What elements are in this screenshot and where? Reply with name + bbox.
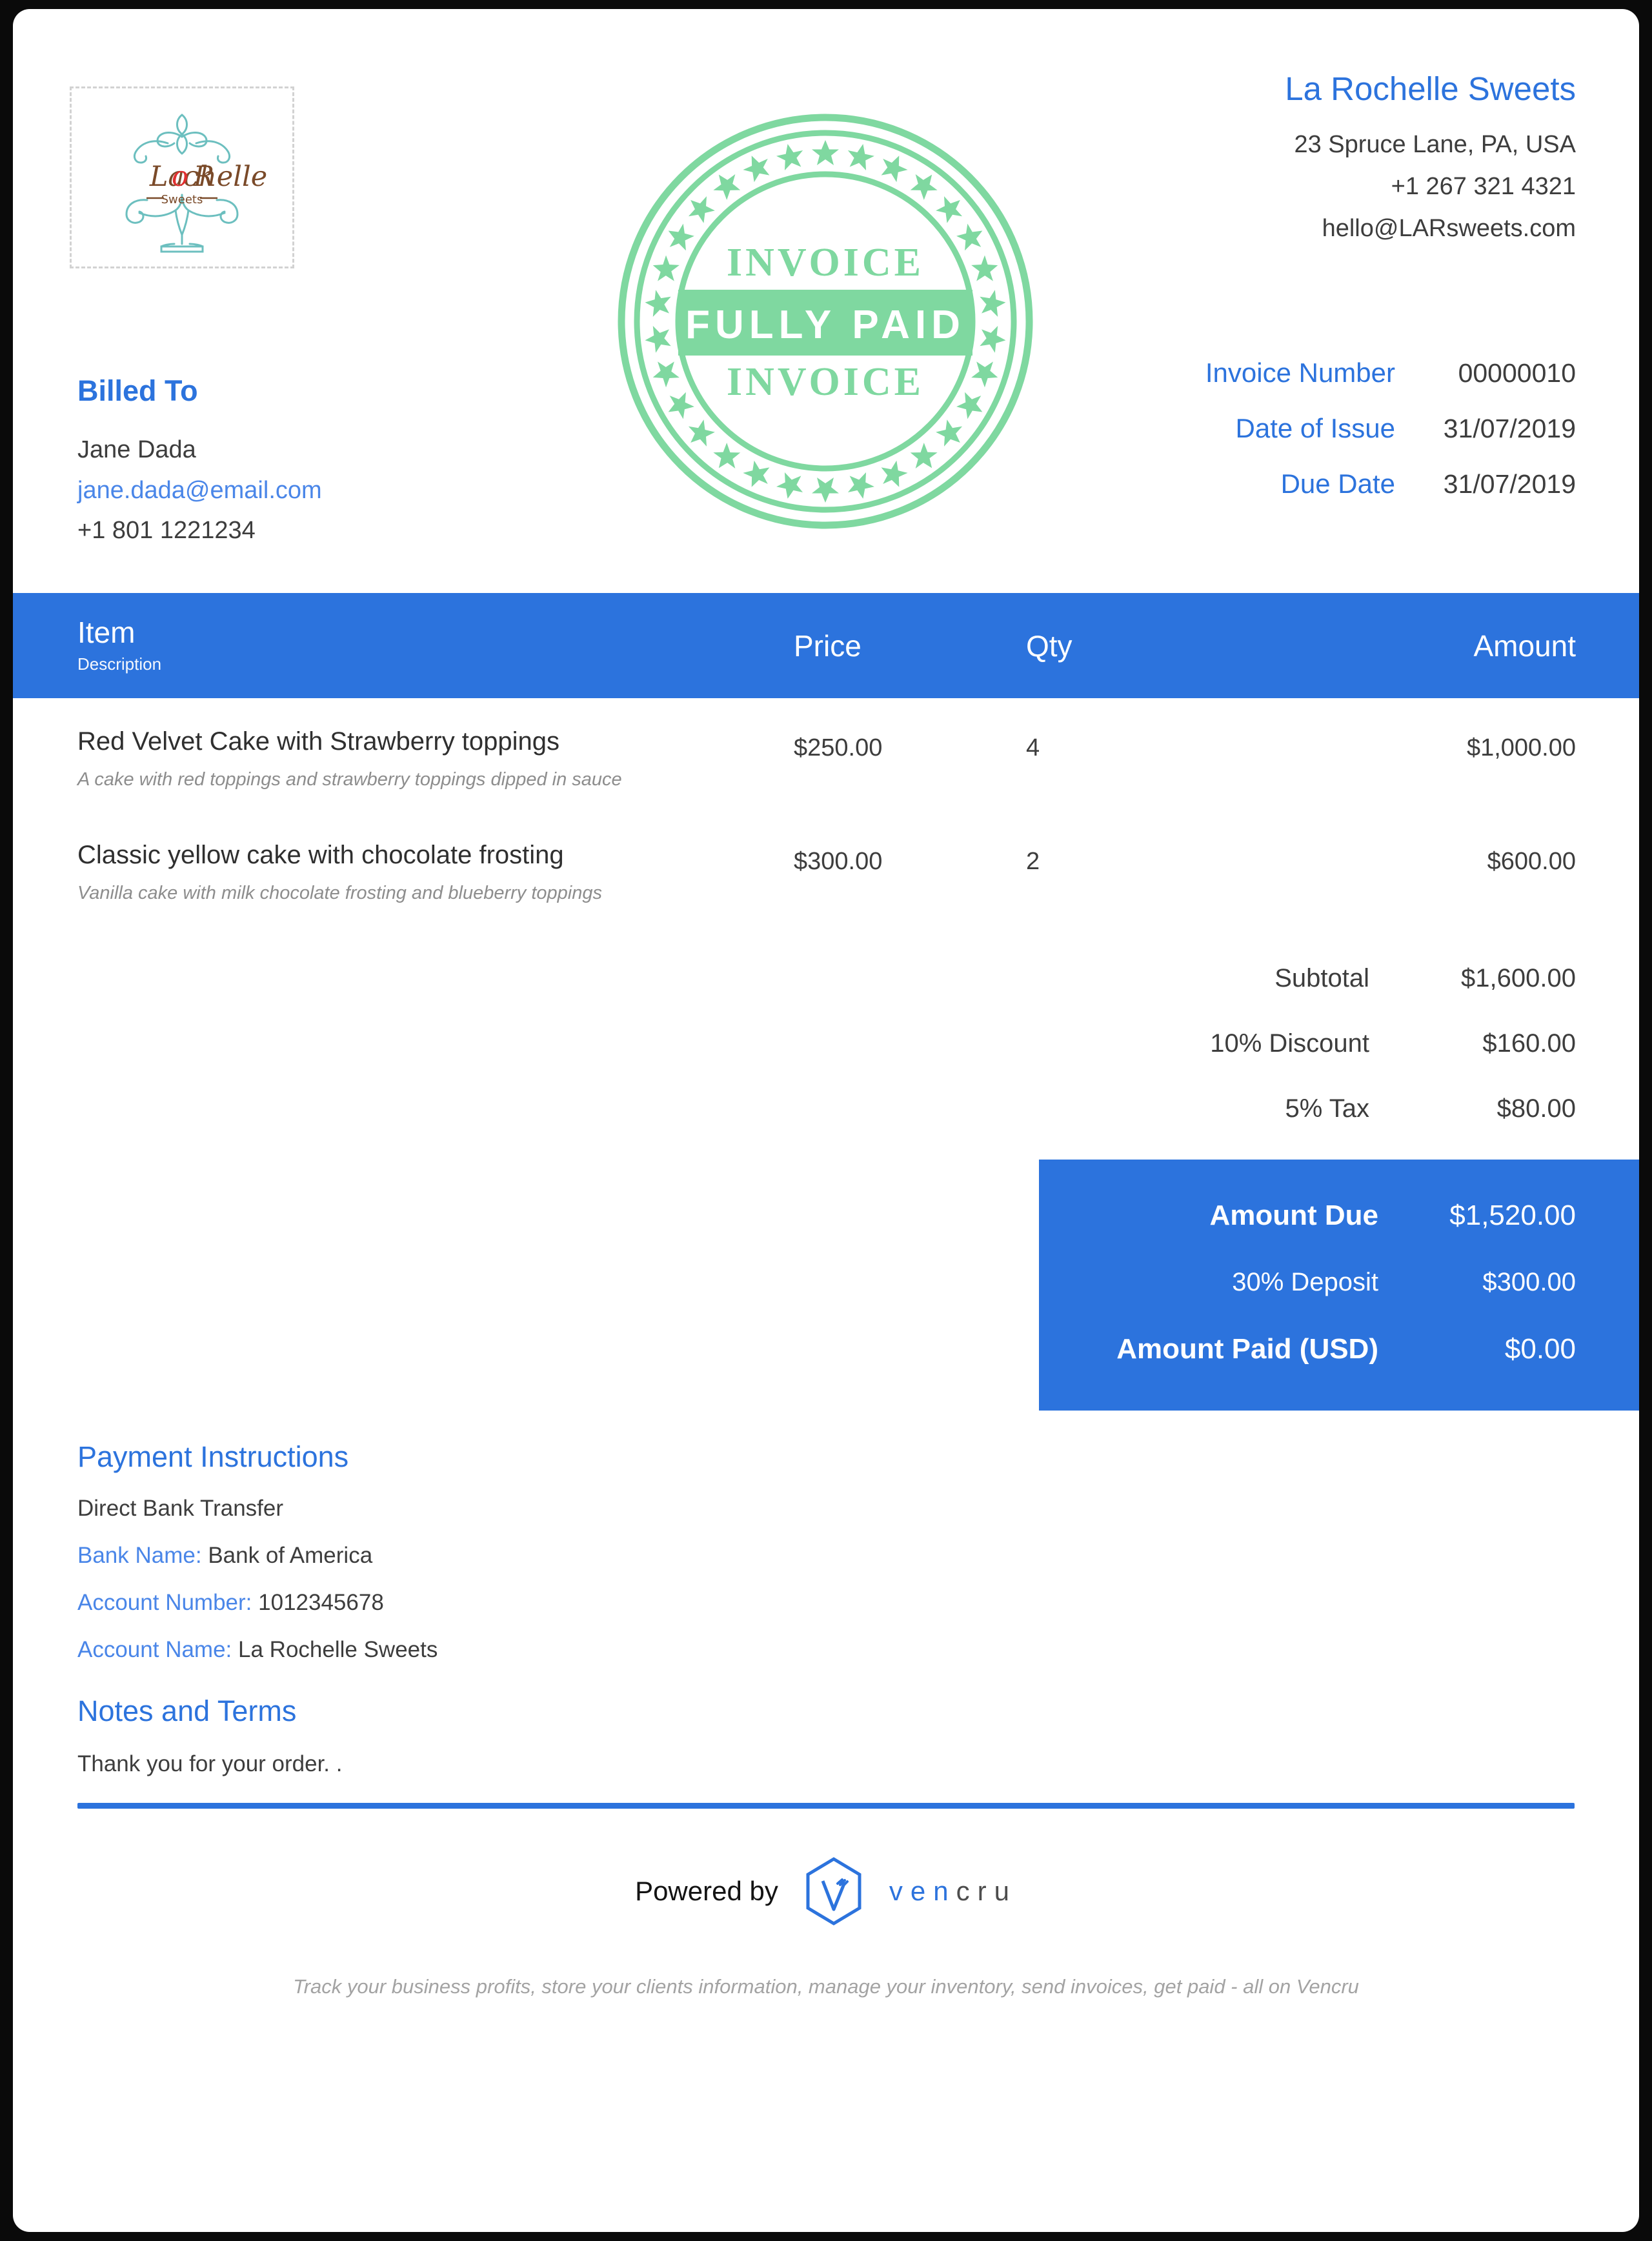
- table-row: Red Velvet Cake with Strawberry toppings…: [77, 698, 1576, 812]
- account-name-key: Account Name:: [77, 1637, 232, 1662]
- tax-label: 5% Tax: [1285, 1094, 1369, 1123]
- amount-paid-value: $0.00: [1504, 1333, 1576, 1365]
- client-phone: +1 801 1221234: [77, 517, 256, 545]
- totals-row-discount: 10% Discount $160.00: [13, 1029, 1576, 1058]
- line-item-price: $300.00: [794, 848, 883, 875]
- line-item-name: Red Velvet Cake with Strawberry toppings: [77, 727, 560, 756]
- account-name-value: La Rochelle Sweets: [238, 1637, 438, 1662]
- column-header-qty: Qty: [1026, 628, 1073, 663]
- amount-paid-row: Amount Paid (USD) $0.00: [1039, 1333, 1576, 1365]
- line-item-description: Vanilla cake with milk chocolate frostin…: [77, 883, 602, 903]
- subtotal-label: Subtotal: [1274, 964, 1369, 992]
- bank-name-key: Bank Name:: [77, 1543, 202, 1568]
- line-item-price: $250.00: [794, 734, 883, 761]
- column-header-amount: Amount: [1473, 628, 1576, 663]
- line-item-name: Classic yellow cake with chocolate frost…: [77, 841, 564, 869]
- vencru-wordmark: vencru: [889, 1876, 1017, 1907]
- line-item-amount: $600.00: [1487, 848, 1576, 875]
- notes-and-terms-section: Notes and Terms Thank you for your order…: [77, 1694, 1575, 1777]
- subtotal-value: $1,600.00: [1461, 964, 1576, 992]
- tax-value: $80.00: [1496, 1094, 1576, 1123]
- column-header-description-label: Description: [77, 654, 162, 674]
- column-header-item: Item Description: [77, 617, 794, 674]
- invoice-number-label: Invoice Number: [1205, 357, 1395, 388]
- company-phone: +1 267 321 4321: [1391, 173, 1576, 201]
- deposit-row: 30% Deposit $300.00: [1039, 1268, 1576, 1297]
- column-header-item-label: Item: [77, 615, 136, 649]
- svg-text:o: o: [172, 161, 188, 193]
- line-item-text: Classic yellow cake with chocolate frost…: [77, 840, 794, 904]
- svg-text:Sweets: Sweets: [161, 193, 203, 206]
- notes-and-terms-text: Thank you for your order. .: [77, 1751, 343, 1776]
- footer-tagline: Track your business profits, store your …: [293, 1975, 1359, 1998]
- due-date-value: 31/07/2019: [1443, 469, 1576, 499]
- payment-instructions-title: Payment Instructions: [77, 1440, 349, 1473]
- invoice-meta: Invoice Number 00000010 Date of Issue 31…: [1085, 357, 1576, 499]
- payment-instructions-section: Payment Instructions Direct Bank Transfe…: [77, 1440, 1575, 1661]
- vencru-logo-icon: [806, 1857, 861, 1925]
- payment-account-name: Account Name: La Rochelle Sweets: [77, 1638, 1575, 1661]
- page-background: La R x chelle o Sweets: [0, 0, 1652, 2241]
- powered-by-label: Powered by: [635, 1876, 778, 1906]
- meta-row-due-date: Due Date 31/07/2019: [1085, 468, 1576, 499]
- line-item-description: A cake with red toppings and strawberry …: [77, 769, 622, 790]
- line-items-table-header: Item Description Price Qty Amount: [13, 593, 1639, 698]
- company-address: 23 Spruce Lane, PA, USA: [1294, 130, 1576, 158]
- line-item-amount: $1,000.00: [1466, 734, 1576, 761]
- payment-method: Direct Bank Transfer: [77, 1496, 283, 1521]
- stamp-main-text: FULLY PAID: [685, 303, 965, 347]
- stamp-bottom-text: INVOICE: [727, 360, 924, 404]
- bank-name-value: Bank of America: [208, 1543, 373, 1568]
- due-date-label: Due Date: [1280, 468, 1395, 499]
- totals-section: Subtotal $1,600.00 10% Discount $160.00 …: [13, 925, 1639, 1123]
- amount-due-value: $1,520.00: [1449, 1200, 1576, 1231]
- client-email[interactable]: jane.dada@email.com: [77, 470, 322, 511]
- billed-to-title: Billed To: [77, 374, 198, 407]
- invoice-footer-content: Payment Instructions Direct Bank Transfe…: [13, 1411, 1639, 1777]
- meta-row-date-of-issue: Date of Issue 31/07/2019: [1085, 413, 1576, 444]
- billed-to-section: Billed To Jane Dada jane.dada@email.com …: [77, 374, 322, 551]
- amount-paid-label: Amount Paid (USD): [1116, 1333, 1378, 1365]
- company-name: La Rochelle Sweets: [1285, 70, 1576, 107]
- svg-text:chelle: chelle: [183, 161, 267, 193]
- discount-value: $160.00: [1482, 1029, 1576, 1058]
- totals-row-tax: 5% Tax $80.00: [13, 1094, 1576, 1123]
- footer-divider: [77, 1803, 1575, 1809]
- deposit-value: $300.00: [1482, 1268, 1576, 1296]
- meta-row-invoice-number: Invoice Number 00000010: [1085, 357, 1576, 388]
- payment-account-number: Account Number: 1012345678: [77, 1591, 1575, 1614]
- line-item-qty: 4: [1026, 734, 1040, 761]
- invoice-header: La R x chelle o Sweets: [13, 9, 1639, 593]
- company-email: hello@LARsweets.com: [1322, 215, 1576, 243]
- totals-row-subtotal: Subtotal $1,600.00: [13, 964, 1576, 993]
- account-number-value: 1012345678: [258, 1590, 384, 1615]
- powered-by-footer: Powered by vencru: [13, 1856, 1639, 1926]
- discount-label: 10% Discount: [1210, 1029, 1369, 1058]
- table-row: Classic yellow cake with chocolate frost…: [77, 812, 1576, 925]
- la-rochelle-logo-icon: La R x chelle o Sweets: [125, 114, 267, 253]
- account-number-key: Account Number:: [77, 1590, 252, 1615]
- line-item-qty: 2: [1026, 848, 1040, 875]
- line-items-list: Red Velvet Cake with Strawberry toppings…: [13, 698, 1639, 925]
- amount-due-row: Amount Due $1,520.00: [1039, 1200, 1576, 1232]
- line-item-text: Red Velvet Cake with Strawberry toppings…: [77, 727, 794, 790]
- company-info: La Rochelle Sweets 23 Spruce Lane, PA, U…: [1285, 68, 1576, 250]
- date-of-issue-value: 31/07/2019: [1443, 414, 1576, 443]
- invoice-card: La R x chelle o Sweets: [13, 9, 1639, 2232]
- amount-due-box: Amount Due $1,520.00 30% Deposit $300.00…: [1039, 1160, 1639, 1411]
- stamp-top-text: INVOICE: [727, 241, 924, 285]
- vencru-word-part2: cru: [956, 1876, 1017, 1906]
- payment-bank-name: Bank Name: Bank of America: [77, 1544, 1575, 1567]
- column-header-price: Price: [794, 628, 861, 663]
- amount-due-label: Amount Due: [1209, 1200, 1378, 1231]
- notes-and-terms-title: Notes and Terms: [77, 1694, 297, 1727]
- client-name: Jane Dada: [77, 436, 196, 463]
- vencru-word-part1: ven: [889, 1876, 956, 1906]
- fully-paid-stamp-icon: INVOICE FULLY PAID INVOICE: [616, 112, 1034, 530]
- deposit-label: 30% Deposit: [1232, 1268, 1378, 1296]
- company-logo-box: La R x chelle o Sweets: [70, 86, 294, 268]
- date-of-issue-label: Date of Issue: [1235, 413, 1395, 443]
- invoice-number-value: 00000010: [1458, 358, 1576, 388]
